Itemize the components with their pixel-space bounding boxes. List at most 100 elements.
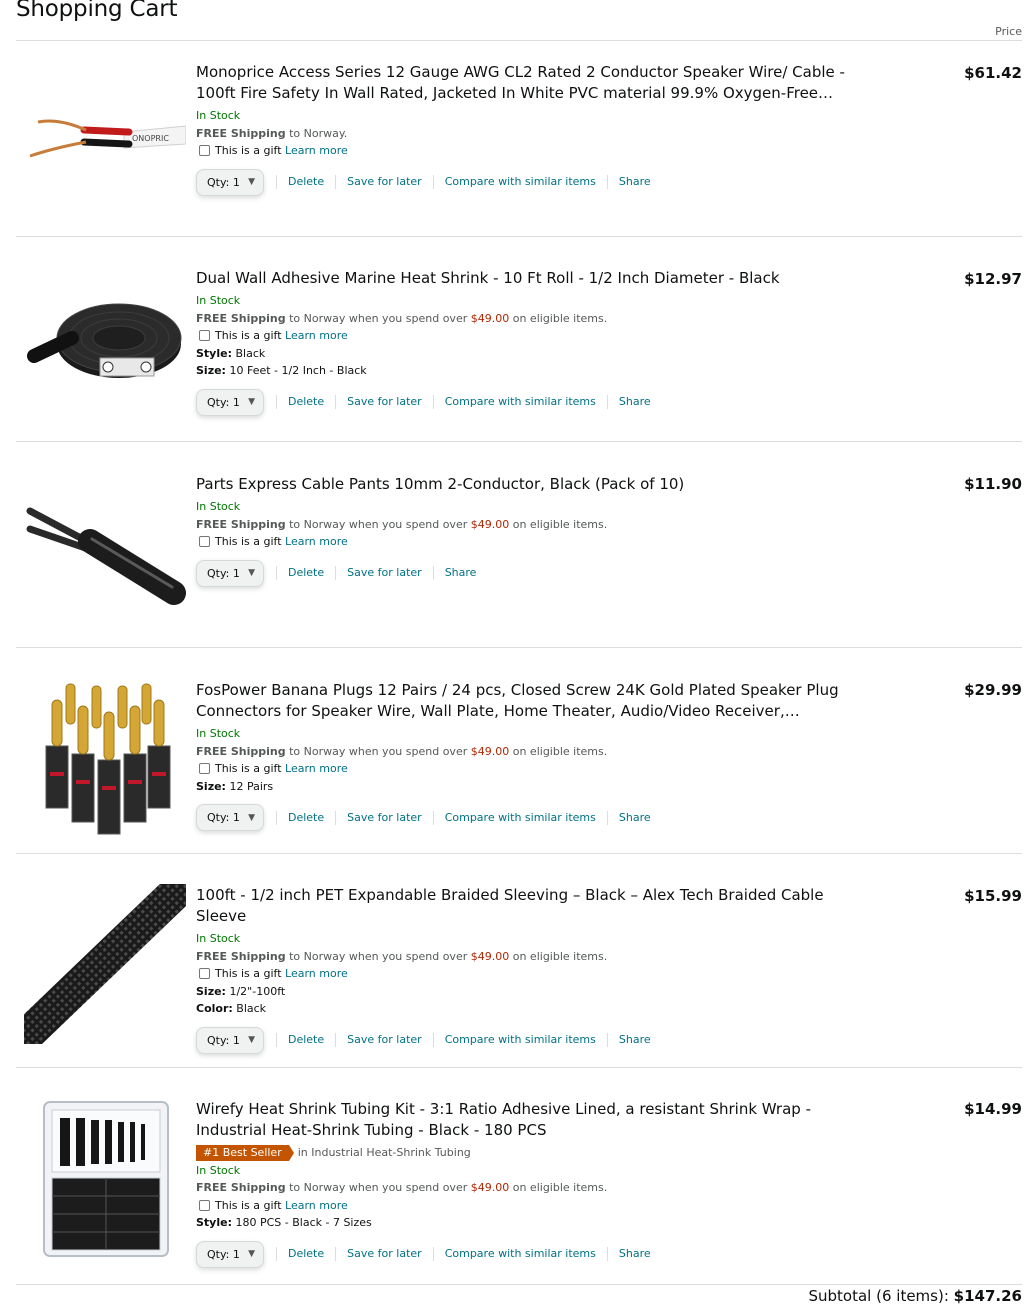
heat-shrink-roll-image[interactable] [24,292,186,392]
save-for-later-link[interactable]: Save for later [335,810,433,825]
item-price: $14.99 [964,1100,1022,1118]
gift-option: This is a gift Learn more [196,533,856,551]
learn-more-link[interactable]: Learn more [285,533,348,551]
delete-link[interactable]: Delete [276,395,335,409]
stock-status: In Stock [196,294,241,307]
speaker-wire-image[interactable]: ONOPRIC [24,96,186,176]
gift-checkbox[interactable] [199,968,210,980]
chevron-down-icon: ▼ [248,568,255,578]
chevron-down-icon: ▼ [248,812,255,823]
item-title[interactable]: Dual Wall Adhesive Marine Heat Shrink - … [196,268,856,289]
chevron-down-icon: ▼ [248,1035,255,1045]
share-link[interactable]: Share [606,395,662,409]
learn-more-link[interactable]: Learn more [285,1197,348,1215]
cart-item: 100ft - 1/2 inch PET Expandable Braided … [16,854,1022,1068]
shipping-info: FREE Shipping to Norway when you spend o… [196,744,608,758]
delete-link[interactable]: Delete [276,810,335,825]
share-link[interactable]: Share [606,1033,662,1047]
learn-more-link[interactable]: Learn more [285,142,348,160]
cart-item: FosPower Banana Plugs 12 Pairs / 24 pcs,… [16,648,1022,854]
compare-link[interactable]: Compare with similar items [432,810,607,825]
share-link[interactable]: Share [606,810,662,825]
quantity-select[interactable]: Qty: 1 ▼ [196,1026,264,1054]
quantity-select[interactable]: Qty: 1 ▼ [196,1240,264,1268]
cart-subtotal: Subtotal (6 items): $147.26 [809,1287,1023,1305]
item-actions: Qty: 1 ▼ Delete Save for later Compare wi… [196,804,856,831]
item-color: Color: Black [196,1002,267,1015]
braided-sleeving-image[interactable] [24,884,186,1044]
gift-option: This is a gift Learn more [196,760,856,778]
item-size: Size: 10 Feet - 1/2 Inch - Black [196,364,367,377]
shipping-info: FREE Shipping to Norway. [196,126,348,140]
best-seller-row: #1 Best Seller in Industrial Heat-Shrink… [196,1144,856,1162]
compare-link[interactable]: Compare with similar items [432,1033,607,1047]
item-info: Parts Express Cable Pants 10mm 2-Conduct… [196,474,856,587]
learn-more-link[interactable]: Learn more [285,327,348,345]
gift-checkbox[interactable] [199,145,210,157]
cart-item: Dual Wall Adhesive Marine Heat Shrink - … [16,237,1022,442]
item-info: Monoprice Access Series 12 Gauge AWG CL2… [196,62,856,196]
item-size: Size: 1/2"-100ft [196,984,286,998]
item-info: Wirefy Heat Shrink Tubing Kit - 3:1 Rati… [196,1099,856,1268]
best-seller-badge[interactable]: #1 Best Seller [196,1144,294,1161]
gift-checkbox[interactable] [199,330,210,342]
delete-link[interactable]: Delete [276,1033,335,1047]
shipping-info: FREE Shipping to Norway when you spend o… [196,311,608,325]
cart-item: Wirefy Heat Shrink Tubing Kit - 3:1 Rati… [16,1068,1022,1285]
share-link[interactable]: Share [432,566,488,580]
gift-checkbox[interactable] [199,763,210,775]
gift-option: This is a gift Learn more [196,142,856,160]
share-link[interactable]: Share [606,1247,662,1261]
delete-link[interactable]: Delete [276,566,335,580]
item-price: $61.42 [964,64,1022,82]
compare-link[interactable]: Compare with similar items [432,395,607,409]
page-title: Shopping Cart [16,0,178,22]
heat-shrink-kit-image[interactable] [24,1098,186,1260]
cart-item: ONOPRIC Monoprice Access Series 12 Gauge… [16,41,1022,237]
svg-text:ONOPRIC: ONOPRIC [132,134,169,143]
item-title[interactable]: FosPower Banana Plugs 12 Pairs / 24 pcs,… [196,680,856,722]
chevron-down-icon: ▼ [248,177,255,187]
learn-more-link[interactable]: Learn more [285,965,348,983]
stock-status: In Stock [196,500,241,513]
stock-status: In Stock [196,727,241,740]
compare-link[interactable]: Compare with similar items [432,175,607,189]
subtotal-amount: $147.26 [953,1287,1022,1305]
quantity-select[interactable]: Qty: 1 ▼ [196,388,264,416]
gift-checkbox[interactable] [199,536,210,548]
chevron-down-icon: ▼ [248,397,255,407]
delete-link[interactable]: Delete [276,1247,335,1261]
save-for-later-link[interactable]: Save for later [335,1033,433,1047]
quantity-select[interactable]: Qty: 1 ▼ [196,559,264,587]
item-price: $15.99 [964,887,1022,905]
item-size: Size: 12 Pairs [196,779,274,793]
gift-checkbox[interactable] [199,1199,210,1211]
quantity-select[interactable]: Qty: 1 ▼ [196,168,264,196]
banana-plugs-image[interactable] [24,676,186,844]
shipping-info: FREE Shipping to Norway when you spend o… [196,1181,608,1194]
best-seller-category[interactable]: in Industrial Heat-Shrink Tubing [298,1144,471,1162]
gift-option: This is a gift Learn more [196,327,856,345]
item-title[interactable]: Monoprice Access Series 12 Gauge AWG CL2… [196,62,856,104]
delete-link[interactable]: Delete [276,175,335,189]
save-for-later-link[interactable]: Save for later [335,395,433,409]
learn-more-link[interactable]: Learn more [285,760,348,778]
item-divider [16,1284,1022,1285]
save-for-later-link[interactable]: Save for later [335,566,433,580]
compare-link[interactable]: Compare with similar items [432,1247,607,1261]
item-title[interactable]: 100ft - 1/2 inch PET Expandable Braided … [196,885,856,927]
item-info: Dual Wall Adhesive Marine Heat Shrink - … [196,268,856,416]
share-link[interactable]: Share [606,175,662,189]
chevron-down-icon: ▼ [248,1249,255,1259]
quantity-select[interactable]: Qty: 1 ▼ [196,804,264,831]
save-for-later-link[interactable]: Save for later [335,1247,433,1261]
price-column-header: Price [995,25,1022,38]
item-actions: Qty: 1 ▼ Delete Save for later Compare wi… [196,168,856,196]
item-style: Style: 180 PCS - Black - 7 Sizes [196,1216,372,1229]
item-price: $11.90 [964,475,1022,493]
item-title[interactable]: Parts Express Cable Pants 10mm 2-Conduct… [196,474,856,495]
save-for-later-link[interactable]: Save for later [335,175,433,189]
cable-pants-image[interactable] [24,497,186,607]
item-actions: Qty: 1 ▼ Delete Save for later Compare wi… [196,1026,856,1054]
item-title[interactable]: Wirefy Heat Shrink Tubing Kit - 3:1 Rati… [196,1099,856,1141]
